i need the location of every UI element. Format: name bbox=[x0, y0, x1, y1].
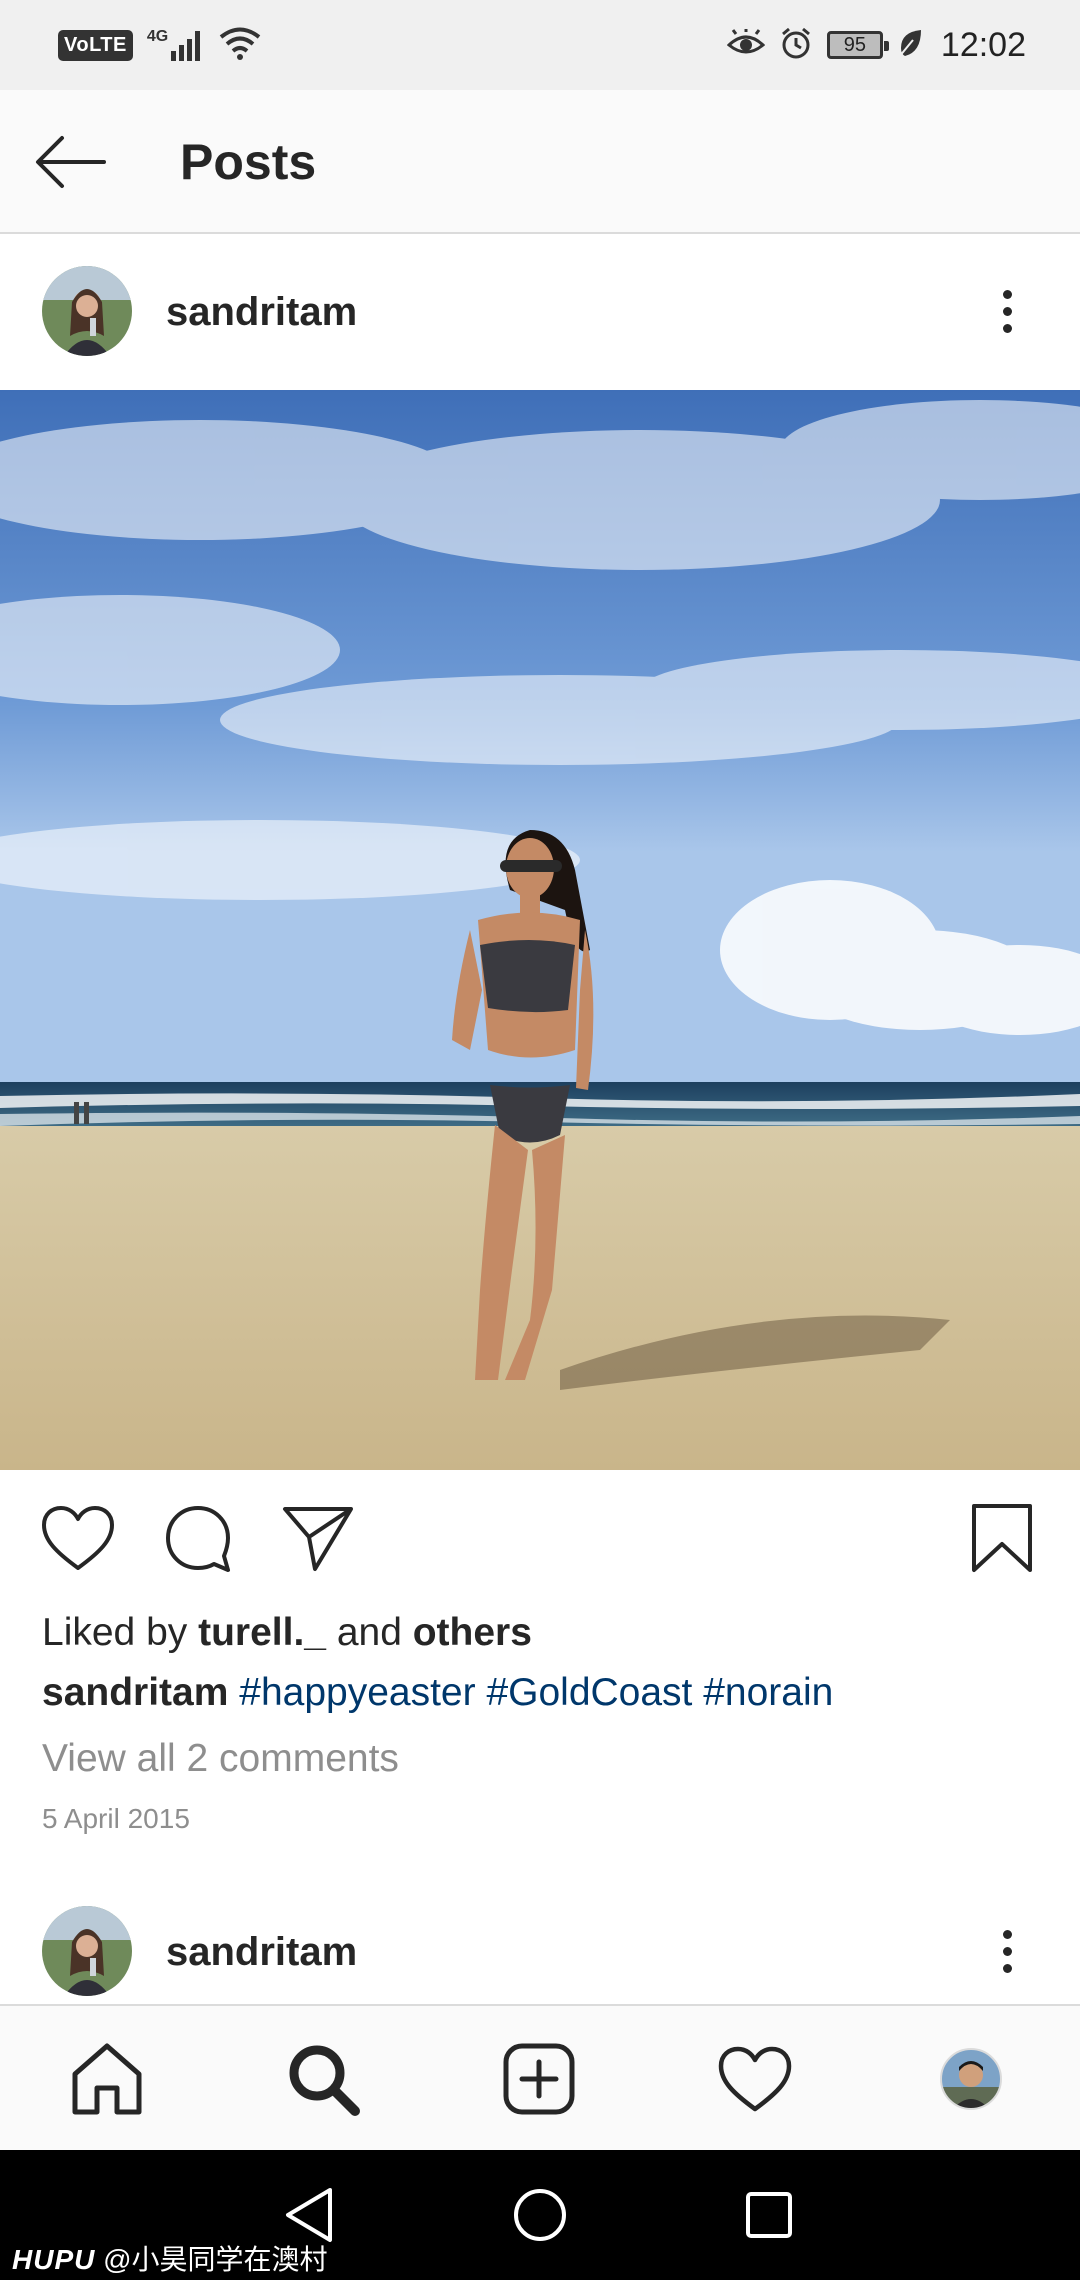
heart-icon bbox=[42, 1506, 114, 1570]
eye-icon bbox=[726, 27, 766, 62]
caption-author[interactable]: sandritam bbox=[42, 1671, 228, 1714]
volte-badge: VoLTE bbox=[58, 29, 133, 61]
save-button[interactable] bbox=[962, 1498, 1042, 1578]
search-icon bbox=[289, 2045, 360, 2116]
likes-prefix: Liked by bbox=[42, 1611, 199, 1654]
post-author-username[interactable]: sandritam bbox=[166, 290, 357, 334]
liker-username[interactable]: turell._ bbox=[198, 1611, 326, 1654]
more-options-button[interactable] bbox=[987, 1916, 1027, 1986]
profile-avatar bbox=[940, 2048, 1002, 2110]
battery-icon: 95 bbox=[826, 31, 889, 59]
share-icon bbox=[283, 1507, 353, 1571]
leaf-icon bbox=[897, 28, 923, 63]
more-dot bbox=[1002, 1963, 1012, 1973]
likes-others-link[interactable]: others bbox=[413, 1611, 532, 1654]
post-caption: sandritam #happyeaster #GoldCoast #norai… bbox=[42, 1669, 833, 1717]
post-author-username[interactable]: sandritam bbox=[166, 1930, 357, 1974]
likes-summary: Liked by turell._ and others bbox=[42, 1609, 532, 1657]
share-button[interactable] bbox=[278, 1498, 358, 1578]
hashtag-link[interactable]: #happyeaster bbox=[239, 1671, 475, 1714]
system-recents-button[interactable] bbox=[734, 2180, 804, 2250]
more-dot bbox=[1002, 306, 1012, 316]
system-home-button[interactable] bbox=[505, 2180, 575, 2250]
more-dot bbox=[1002, 289, 1012, 299]
status-bar: VoLTE 4G 95 12:02 bbox=[0, 0, 1080, 90]
comment-button[interactable] bbox=[158, 1498, 238, 1578]
triangle-back-icon bbox=[286, 2188, 332, 2242]
post-author-avatar[interactable] bbox=[42, 266, 132, 356]
status-left: VoLTE 4G bbox=[58, 24, 261, 66]
alarm-icon bbox=[779, 26, 813, 65]
watermark: HUPU @小昊同学在澳村 bbox=[12, 2238, 328, 2278]
post-date: 5 April 2015 bbox=[42, 1803, 190, 1834]
more-options-button[interactable] bbox=[987, 276, 1027, 346]
more-dot bbox=[1002, 1929, 1012, 1939]
top-app-bar: Posts bbox=[0, 90, 1080, 234]
view-comments-link[interactable]: View all 2 comments bbox=[42, 1735, 399, 1783]
wifi-icon bbox=[219, 26, 261, 65]
status-right: 95 12:02 bbox=[726, 22, 1026, 68]
more-dot bbox=[1002, 1946, 1012, 1956]
nav-profile[interactable] bbox=[928, 2036, 1014, 2122]
likes-and: and bbox=[325, 1611, 413, 1654]
network-type: 4G bbox=[146, 28, 169, 45]
battery-level: 95 bbox=[843, 33, 867, 56]
nav-search[interactable] bbox=[280, 2036, 366, 2122]
post-author-avatar[interactable] bbox=[42, 1906, 132, 1996]
hashtag-link[interactable]: #GoldCoast bbox=[486, 1671, 692, 1714]
circle-home-icon bbox=[514, 2189, 566, 2241]
watermark-handle: @小昊同学在澳村 bbox=[103, 2244, 328, 2275]
back-button[interactable] bbox=[30, 122, 110, 202]
bookmark-icon bbox=[972, 1504, 1032, 1572]
page-title: Posts bbox=[180, 134, 317, 190]
hashtag-link[interactable]: #norain bbox=[703, 1671, 833, 1714]
watermark-brand: HUPU bbox=[12, 2244, 96, 2275]
signal-icon: 4G bbox=[147, 29, 205, 61]
add-post-icon bbox=[503, 2043, 575, 2115]
like-button[interactable] bbox=[38, 1498, 118, 1578]
square-recents-icon bbox=[746, 2192, 792, 2238]
nav-home[interactable] bbox=[64, 2036, 150, 2122]
bottom-navigation bbox=[0, 2004, 1080, 2150]
nav-activity[interactable] bbox=[712, 2036, 798, 2122]
nav-add-post[interactable] bbox=[496, 2036, 582, 2122]
post-photo[interactable] bbox=[0, 390, 1080, 1470]
clock: 12:02 bbox=[940, 25, 1026, 64]
more-dot bbox=[1002, 323, 1012, 333]
arrow-left-icon bbox=[36, 136, 106, 188]
home-icon bbox=[72, 2043, 142, 2115]
comment-icon bbox=[166, 1506, 230, 1572]
activity-heart-icon bbox=[718, 2046, 792, 2112]
